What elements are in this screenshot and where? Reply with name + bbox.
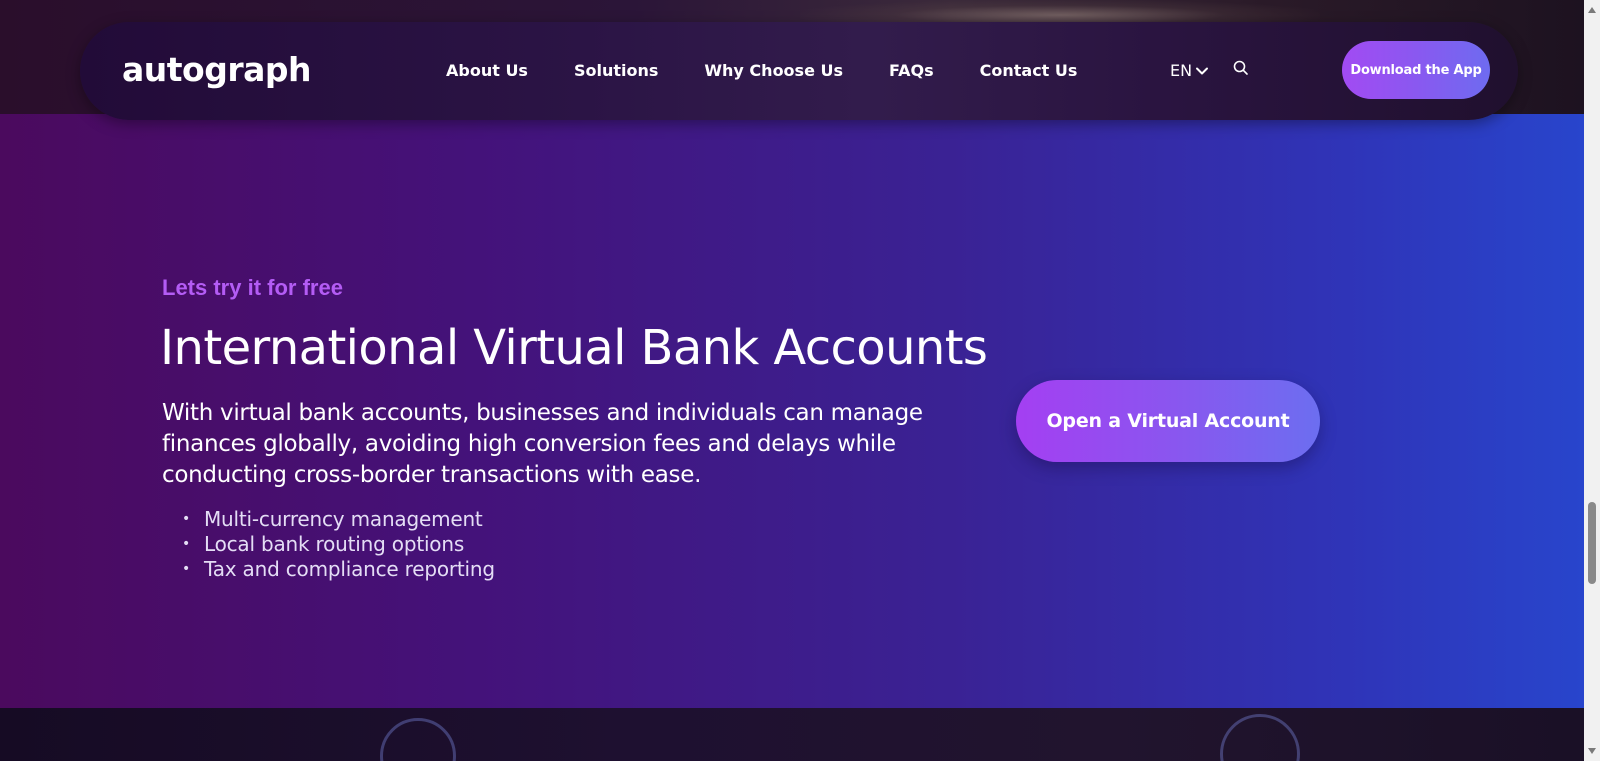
hero-description: With virtual bank accounts, businesses a…: [162, 400, 923, 488]
feature-text: Local bank routing options: [204, 532, 465, 556]
feature-list: • Multi-currency management • Local bank…: [182, 507, 495, 582]
bullet: •: [182, 561, 191, 577]
vertical-scrollbar[interactable]: [1584, 0, 1600, 761]
hero-title: International Virtual Bank Accounts: [160, 320, 988, 376]
logo[interactable]: autograph: [122, 50, 312, 90]
bottom-background-image: [0, 708, 1584, 761]
feature-text: Multi-currency management: [204, 507, 483, 531]
nav-link-solutions[interactable]: Solutions: [574, 59, 658, 83]
coin-outline-decoration: [1220, 714, 1300, 761]
scroll-up-button[interactable]: [1584, 2, 1600, 18]
list-item: • Tax and compliance reporting: [182, 557, 495, 582]
search-icon[interactable]: [1232, 59, 1250, 77]
scrollbar-thumb[interactable]: [1588, 502, 1596, 584]
hero-eyebrow: Lets try it for free: [162, 275, 343, 300]
chevron-down-icon: [1196, 67, 1209, 75]
language-selector[interactable]: EN: [1170, 59, 1209, 83]
download-app-button[interactable]: Download the App: [1342, 41, 1490, 99]
bullet: •: [182, 511, 191, 527]
language-label: EN: [1170, 61, 1193, 80]
triangle-down-icon: [1588, 748, 1596, 754]
open-virtual-account-button[interactable]: Open a Virtual Account: [1016, 380, 1320, 462]
bullet: •: [182, 536, 191, 552]
page: autograph About Us Solutions Why Choose …: [0, 0, 1600, 761]
nav-link-why-choose-us[interactable]: Why Choose Us: [704, 59, 843, 83]
nav-link-faqs[interactable]: FAQs: [889, 59, 934, 83]
list-item: • Multi-currency management: [182, 507, 495, 532]
scroll-down-button[interactable]: [1584, 743, 1600, 759]
triangle-up-icon: [1588, 7, 1596, 13]
list-item: • Local bank routing options: [182, 532, 495, 557]
coin-outline-decoration: [380, 718, 456, 761]
feature-text: Tax and compliance reporting: [204, 557, 495, 581]
main-navbar: autograph About Us Solutions Why Choose …: [80, 22, 1518, 120]
nav-link-contact-us[interactable]: Contact Us: [980, 59, 1078, 83]
nav-link-about-us[interactable]: About Us: [446, 59, 528, 83]
nav-links: About Us Solutions Why Choose Us FAQs Co…: [446, 59, 1077, 83]
